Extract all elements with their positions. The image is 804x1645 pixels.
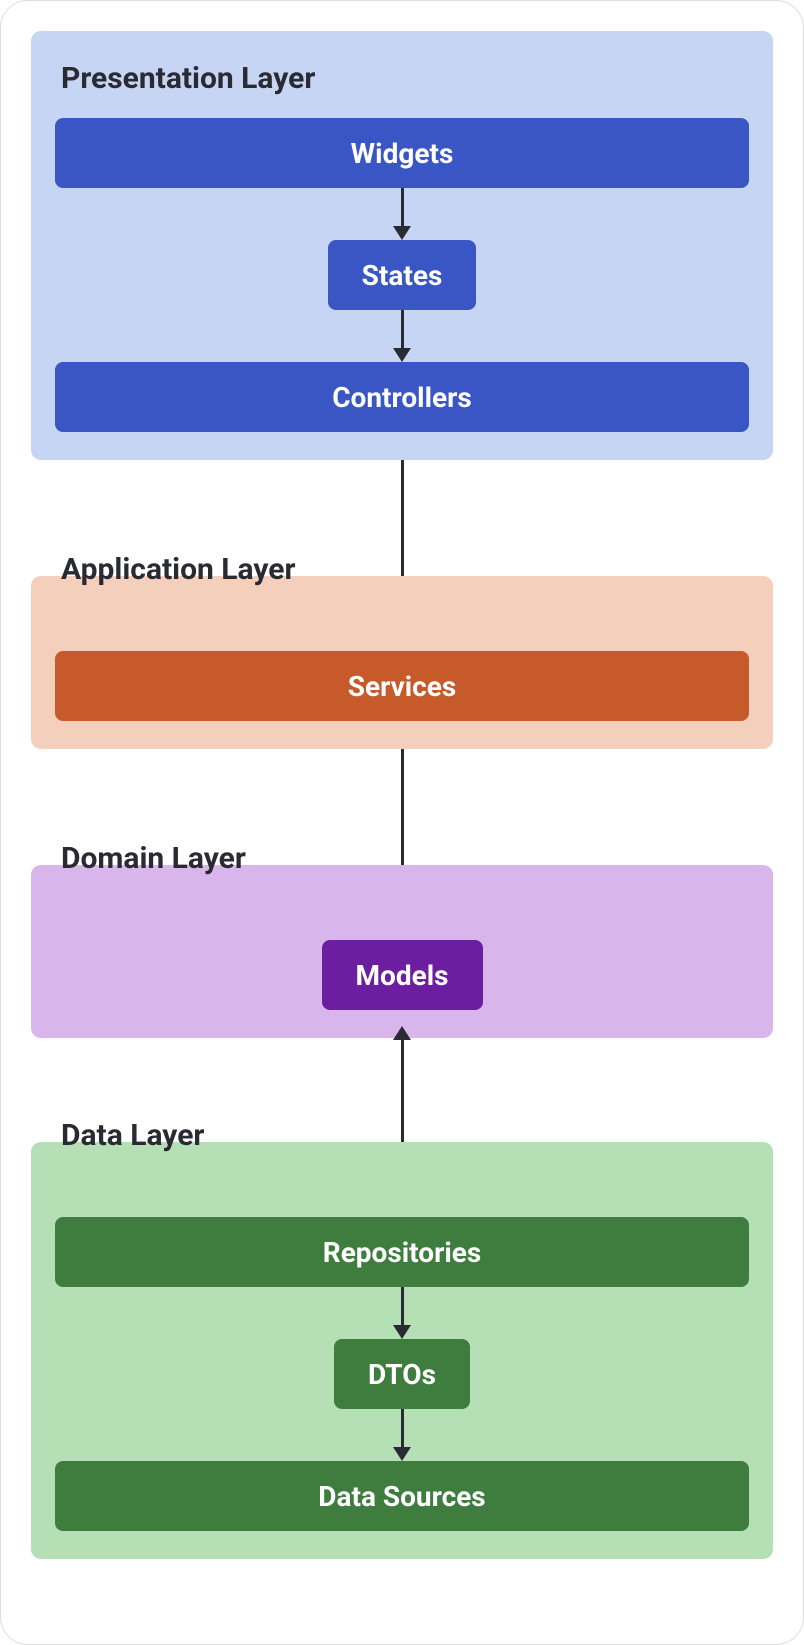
arrow-services-to-models xyxy=(393,749,411,881)
application-layer: Application Layer Services xyxy=(31,576,773,749)
dtos-box: DTOs xyxy=(334,1339,470,1409)
data-layer: Data Layer Repositories DTOs Data Source… xyxy=(31,1142,773,1559)
data-layer-title: Data Layer xyxy=(61,1118,204,1153)
states-box: States xyxy=(328,240,477,310)
presentation-layer-title: Presentation Layer xyxy=(61,61,315,96)
data-sources-box: Data Sources xyxy=(55,1461,749,1531)
services-box: Services xyxy=(55,651,749,721)
architecture-diagram: Presentation Layer Widgets States Contro… xyxy=(0,0,804,1645)
presentation-layer: Presentation Layer Widgets States Contro… xyxy=(31,31,773,460)
arrow-dtos-to-sources xyxy=(393,1409,411,1461)
domain-layer: Domain Layer Models xyxy=(31,865,773,1038)
arrow-states-to-controllers xyxy=(393,310,411,362)
application-layer-title: Application Layer xyxy=(61,552,295,587)
arrow-controllers-to-services xyxy=(393,460,411,592)
widgets-box: Widgets xyxy=(55,118,749,188)
models-box: Models xyxy=(322,940,483,1010)
arrow-widgets-to-states xyxy=(393,188,411,240)
domain-layer-title: Domain Layer xyxy=(61,841,246,876)
repositories-box: Repositories xyxy=(55,1217,749,1287)
controllers-box: Controllers xyxy=(55,362,749,432)
arrow-repositories-to-dtos xyxy=(393,1287,411,1339)
arrow-repositories-to-models xyxy=(393,1026,411,1158)
